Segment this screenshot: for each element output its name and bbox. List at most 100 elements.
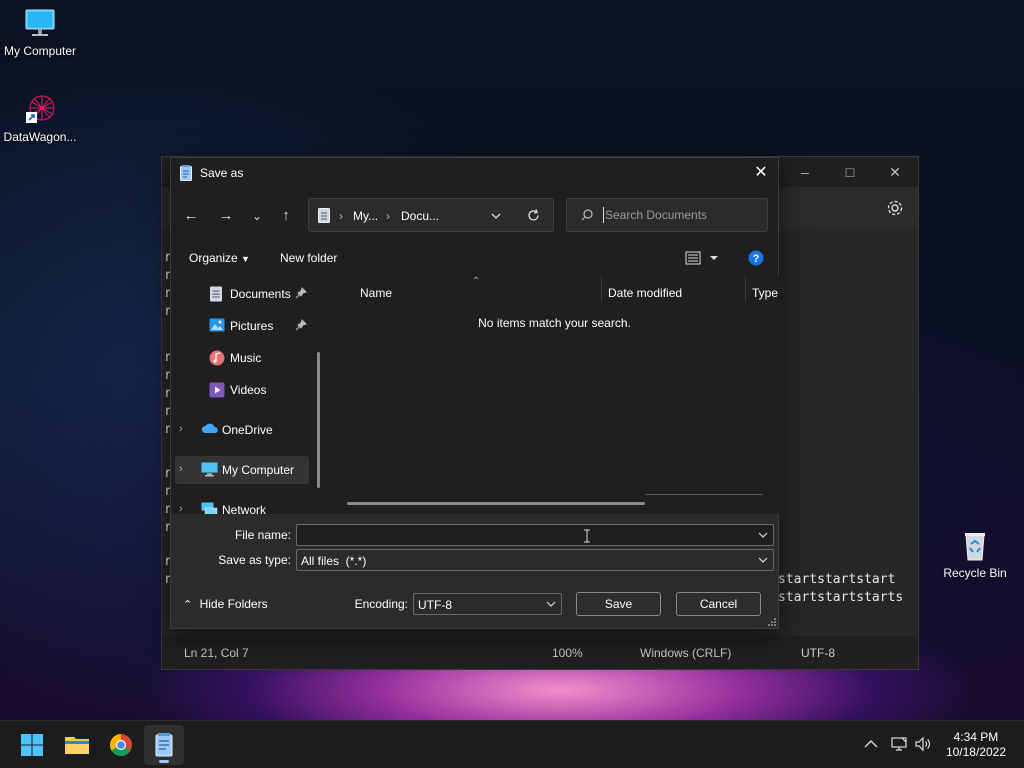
chevron-right-icon[interactable]: › <box>179 423 189 435</box>
chevron-right-icon[interactable]: › <box>179 463 189 475</box>
address-bar[interactable]: › My... › Docu... <box>308 198 554 232</box>
chevron-right-icon[interactable]: › <box>179 503 189 514</box>
videos-icon <box>209 382 225 398</box>
dialog-close-button[interactable]: ✕ <box>750 162 772 184</box>
desktop-icon-datawagon[interactable]: DataWagon... <box>0 94 80 144</box>
resize-grip-icon[interactable] <box>767 616 777 630</box>
file-name-label: File name: <box>234 528 291 542</box>
nav-item-my-computer[interactable]: › My Computer <box>175 456 309 484</box>
nav-item-onedrive[interactable]: › OneDrive <box>171 416 321 444</box>
computer-monitor-icon <box>23 8 57 40</box>
nav-item-network[interactable]: › Network <box>171 496 321 514</box>
column-header-name[interactable]: Name <box>360 286 392 300</box>
scrollbar-track <box>645 494 763 495</box>
breadcrumb-documents[interactable]: Docu... <box>401 209 439 223</box>
navigation-scrollbar[interactable] <box>317 352 320 488</box>
save-as-type-select[interactable]: All files (*.*) <box>296 549 774 571</box>
volume-icon[interactable] <box>914 735 932 753</box>
clock-time: 4:34 PM <box>953 730 999 744</box>
save-button[interactable]: Save <box>576 592 661 616</box>
show-hidden-icons-chevron-icon[interactable] <box>862 735 880 753</box>
address-dropdown-chevron-icon[interactable] <box>491 210 501 224</box>
back-arrow-icon[interactable]: ← <box>181 206 201 226</box>
recent-locations-chevron-icon[interactable]: ⌄ <box>247 206 267 226</box>
column-divider[interactable] <box>601 276 602 302</box>
start-button[interactable] <box>12 725 52 765</box>
view-options-icon[interactable] <box>685 251 719 268</box>
minimize-button[interactable]: – <box>795 163 815 181</box>
pictures-icon <box>209 318 225 334</box>
nav-item-videos[interactable]: Videos <box>171 376 321 404</box>
new-folder-button[interactable]: New folder <box>280 251 337 265</box>
text-cursor-icon <box>583 529 591 546</box>
dialog-titlebar: Save as ✕ <box>171 158 778 188</box>
chevron-down-icon: ▼ <box>241 254 250 264</box>
file-list-pane[interactable]: ⌃ Name Date modified Type No items match… <box>329 276 780 514</box>
save-as-type-label: Save as type: <box>218 553 291 567</box>
dialog-command-bar: Organize ▼ New folder ? <box>171 242 778 276</box>
dialog-navbar: ← → ⌄ ↑ › My... › Docu... <box>171 188 778 242</box>
music-icon <box>209 350 225 366</box>
status-zoom: 100% <box>552 646 583 660</box>
network-status-icon[interactable] <box>890 735 908 753</box>
clock-date: 10/18/2022 <box>945 745 1006 759</box>
pin-icon[interactable] <box>295 319 307 331</box>
chevron-down-icon[interactable] <box>758 554 768 566</box>
desktop-icon-my-computer[interactable]: My Computer <box>0 8 80 58</box>
save-form: File name: Save as type: All files (*.*)… <box>171 514 778 628</box>
hide-folders-button[interactable]: ⌃ Hide Folders <box>183 597 268 611</box>
organize-button[interactable]: Organize ▼ <box>189 251 250 265</box>
desktop-icon-label: DataWagon... <box>3 130 77 144</box>
status-encoding: UTF-8 <box>801 646 835 660</box>
pin-icon[interactable] <box>295 287 307 299</box>
dialog-title: Save as <box>200 166 244 180</box>
navigation-pane[interactable]: Documents Pictures Music Videos › OneDri… <box>171 276 329 514</box>
encoding-value: UTF-8 <box>418 598 452 612</box>
chrome-taskbar-button[interactable] <box>101 725 141 765</box>
refresh-icon[interactable] <box>527 209 540 225</box>
empty-results-message: No items match your search. <box>478 316 631 330</box>
documents-icon <box>209 286 225 302</box>
notepad-taskbar-button[interactable] <box>144 725 184 765</box>
chevron-down-icon[interactable] <box>546 598 556 610</box>
windows-logo-icon <box>21 734 43 756</box>
editor-line: startstartstarts <box>778 590 904 605</box>
nav-item-label: My Computer <box>222 463 295 477</box>
recycle-bin-icon <box>958 530 992 562</box>
cancel-button[interactable]: Cancel <box>676 592 761 616</box>
notepad-app-icon <box>180 165 192 184</box>
nav-item-music[interactable]: Music <box>171 344 321 372</box>
organize-label: Organize <box>189 251 238 265</box>
help-icon[interactable]: ? <box>748 250 764 269</box>
search-box[interactable] <box>566 198 768 232</box>
file-explorer-taskbar-button[interactable] <box>57 725 97 765</box>
close-button[interactable]: ✕ <box>885 163 905 181</box>
nav-item-label: Music <box>230 351 262 365</box>
folder-icon <box>65 737 89 754</box>
breadcrumb-my-computer[interactable]: My... <box>353 209 378 223</box>
status-line-ending: Windows (CRLF) <box>640 646 732 660</box>
nav-item-label: Pictures <box>230 319 274 333</box>
documents-folder-icon <box>318 208 330 226</box>
search-input[interactable] <box>603 207 753 223</box>
forward-arrow-icon[interactable]: → <box>216 206 236 226</box>
taskbar-clock[interactable]: 4:34 PM 10/18/2022 <box>946 730 1006 760</box>
notepad-statusbar: Ln 21, Col 7 100% Windows (CRLF) UTF-8 <box>162 636 918 669</box>
svg-text:?: ? <box>753 253 760 265</box>
desktop-icon-label: My Computer <box>3 44 77 58</box>
encoding-select[interactable]: UTF-8 <box>413 593 562 615</box>
file-list-horizontal-scrollbar[interactable] <box>347 502 645 505</box>
nav-item-label: Videos <box>230 383 267 397</box>
column-header-type[interactable]: Type <box>752 286 778 300</box>
nav-item-pictures[interactable]: Pictures <box>171 312 321 340</box>
up-arrow-icon[interactable]: ↑ <box>276 206 296 226</box>
chevron-down-icon[interactable] <box>758 529 768 541</box>
file-name-combobox[interactable] <box>296 524 774 546</box>
maximize-button[interactable]: □ <box>840 163 860 181</box>
gear-icon[interactable] <box>886 199 904 217</box>
chrome-icon <box>110 734 132 756</box>
column-divider[interactable] <box>745 276 746 302</box>
column-header-date-modified[interactable]: Date modified <box>608 286 682 300</box>
nav-item-documents[interactable]: Documents <box>171 280 321 308</box>
desktop-icon-recycle-bin[interactable]: Recycle Bin <box>935 530 1015 580</box>
